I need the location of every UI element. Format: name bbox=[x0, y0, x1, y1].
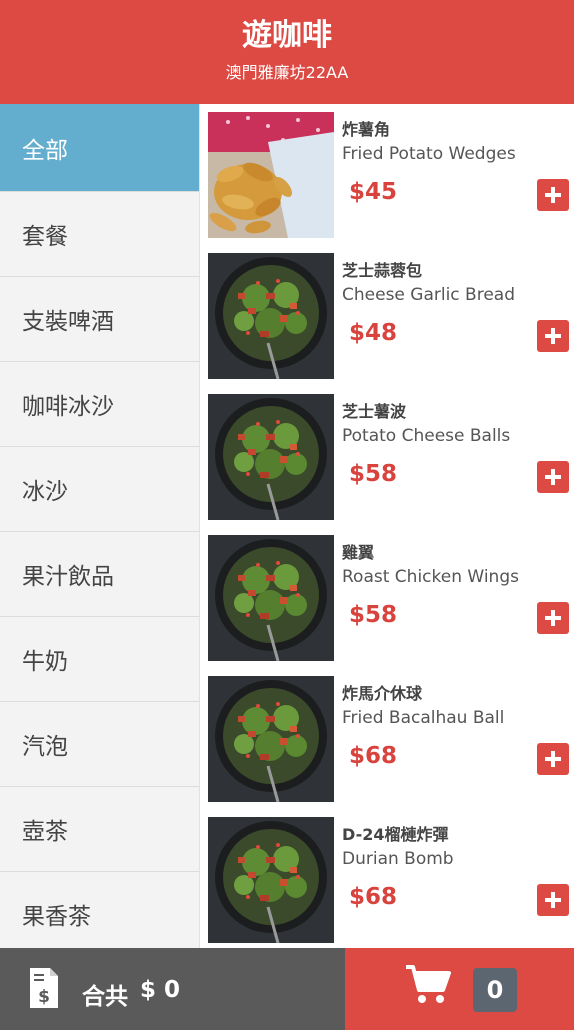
add-to-cart-button[interactable] bbox=[537, 320, 569, 352]
menu-item[interactable]: 芝士薯波 Potato Cheese Balls $58 bbox=[201, 386, 574, 527]
cart-count-badge: 0 bbox=[473, 968, 517, 1012]
category-sidebar: 全部 套餐 支裝啤酒 咖啡冰沙 冰沙 果汁飲品 牛奶 汽泡 壺茶 果香茶 bbox=[0, 104, 200, 948]
item-price: $58 bbox=[349, 461, 398, 487]
category-item-soda[interactable]: 汽泡 bbox=[0, 702, 199, 787]
shopping-cart-icon bbox=[406, 965, 451, 1003]
item-name-en: Cheese Garlic Bread bbox=[342, 285, 516, 305]
total-amount: $ 0 bbox=[140, 977, 181, 1003]
salad-bowl-photo bbox=[208, 253, 334, 379]
add-to-cart-button[interactable] bbox=[537, 884, 569, 916]
plus-icon bbox=[545, 187, 561, 203]
menu-item[interactable]: D-24榴槤炸彈 Durian Bomb $68 bbox=[201, 809, 574, 948]
store-address: 澳門雅廉坊22AA bbox=[225, 63, 349, 82]
menu-item[interactable]: 炸馬介休球 Fried Bacalhau Ball $68 bbox=[201, 668, 574, 809]
store-title: 遊咖啡 bbox=[242, 18, 332, 53]
order-total-panel: $ 合共 $ 0 bbox=[0, 948, 345, 1030]
item-name-zh: 炸馬介休球 bbox=[342, 684, 423, 703]
plus-icon bbox=[545, 610, 561, 626]
category-item-pot-tea[interactable]: 壺茶 bbox=[0, 787, 199, 872]
item-name-en: Roast Chicken Wings bbox=[342, 567, 519, 587]
plus-icon bbox=[545, 751, 561, 767]
salad-bowl-photo bbox=[208, 394, 334, 520]
potato-wedges-photo bbox=[208, 112, 334, 238]
item-name-en: Durian Bomb bbox=[342, 849, 454, 869]
item-name-en: Potato Cheese Balls bbox=[342, 426, 511, 446]
category-item-fruit-tea[interactable]: 果香茶 bbox=[0, 872, 199, 948]
category-item-milk[interactable]: 牛奶 bbox=[0, 617, 199, 702]
add-to-cart-button[interactable] bbox=[537, 461, 569, 493]
item-name-zh: 炸薯角 bbox=[342, 120, 391, 139]
item-price: $68 bbox=[349, 743, 398, 769]
menu-item[interactable]: 雞翼 Roast Chicken Wings $58 bbox=[201, 527, 574, 668]
item-price: $68 bbox=[349, 884, 398, 910]
menu-item[interactable]: 炸薯角 Fried Potato Wedges $45 bbox=[201, 104, 574, 245]
svg-text:$: $ bbox=[38, 987, 50, 1007]
category-item-juice[interactable]: 果汁飲品 bbox=[0, 532, 199, 617]
item-name-zh: D-24榴槤炸彈 bbox=[342, 825, 449, 844]
add-to-cart-button[interactable] bbox=[537, 743, 569, 775]
cart-button[interactable]: 0 bbox=[345, 948, 574, 1030]
menu-item[interactable]: 芝士蒜蓉包 Cheese Garlic Bread $48 bbox=[201, 245, 574, 386]
item-name-zh: 雞翼 bbox=[342, 543, 375, 562]
total-label: 合共 bbox=[82, 984, 128, 1010]
category-item-bottled-beer[interactable]: 支裝啤酒 bbox=[0, 277, 199, 362]
app-header: 遊咖啡 澳門雅廉坊22AA bbox=[0, 0, 574, 104]
item-name-zh: 芝士蒜蓉包 bbox=[342, 261, 423, 280]
item-name-zh: 芝士薯波 bbox=[342, 402, 407, 421]
plus-icon bbox=[545, 469, 561, 485]
add-to-cart-button[interactable] bbox=[537, 179, 569, 211]
plus-icon bbox=[545, 328, 561, 344]
category-item-coffee-frappe[interactable]: 咖啡冰沙 bbox=[0, 362, 199, 447]
menu-list: 炸薯角 Fried Potato Wedges $45 芝士蒜蓉包 Cheese… bbox=[201, 104, 574, 948]
category-item-all[interactable]: 全部 bbox=[0, 104, 199, 192]
item-name-en: Fried Bacalhau Ball bbox=[342, 708, 505, 728]
plus-icon bbox=[545, 892, 561, 908]
category-item-set-meal[interactable]: 套餐 bbox=[0, 192, 199, 277]
add-to-cart-button[interactable] bbox=[537, 602, 569, 634]
item-price: $58 bbox=[349, 602, 398, 628]
order-footer: $ 合共 $ 0 0 bbox=[0, 948, 574, 1030]
category-item-frappe[interactable]: 冰沙 bbox=[0, 447, 199, 532]
salad-bowl-photo bbox=[208, 676, 334, 802]
item-price: $45 bbox=[349, 179, 398, 205]
item-price: $48 bbox=[349, 320, 398, 346]
item-name-en: Fried Potato Wedges bbox=[342, 144, 516, 164]
salad-bowl-photo bbox=[208, 535, 334, 661]
bill-icon: $ bbox=[30, 968, 58, 1008]
salad-bowl-photo bbox=[208, 817, 334, 943]
